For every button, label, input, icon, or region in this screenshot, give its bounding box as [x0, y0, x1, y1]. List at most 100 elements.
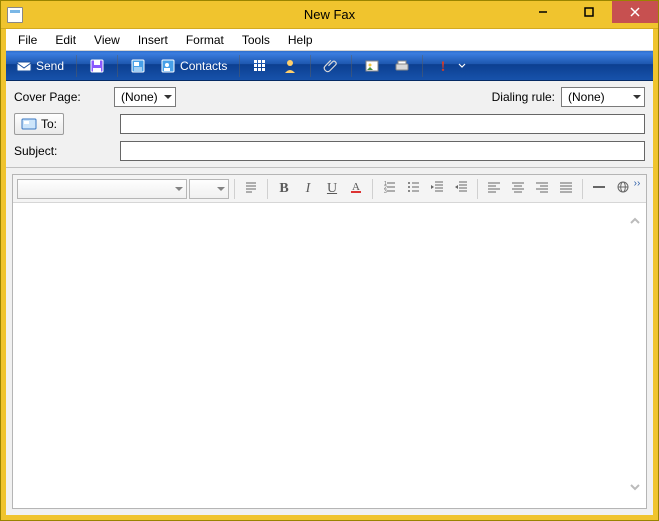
outdent-button[interactable]: [426, 178, 448, 200]
toolbar-separator: [117, 55, 118, 77]
indent-icon: [454, 180, 468, 197]
dialing-rule-select[interactable]: (None): [561, 87, 645, 107]
fmt-separator: [372, 179, 373, 199]
menu-tools[interactable]: Tools: [234, 31, 278, 49]
align-left-button[interactable]: [483, 178, 505, 200]
message-header: Cover Page: (None) Dialing rule: (None) …: [6, 81, 653, 168]
sender-info-button[interactable]: [276, 54, 304, 78]
paragraph-style-button[interactable]: [240, 178, 262, 200]
toolbar-separator: [76, 55, 77, 77]
maximize-button[interactable]: [566, 1, 612, 23]
align-justify-icon: [559, 180, 573, 197]
align-center-button[interactable]: [507, 178, 529, 200]
align-left-icon: [487, 180, 501, 197]
menu-insert[interactable]: Insert: [130, 31, 176, 49]
save-icon: [89, 58, 105, 74]
save-button[interactable]: [83, 54, 111, 78]
contacts-icon: [160, 58, 176, 74]
grid-icon: [252, 58, 268, 74]
send-icon: [16, 58, 32, 74]
dialing-rule-label: Dialing rule:: [492, 90, 555, 104]
insert-picture-button[interactable]: [358, 54, 386, 78]
menu-view[interactable]: View: [86, 31, 128, 49]
align-right-button[interactable]: [531, 178, 553, 200]
subject-input[interactable]: [120, 141, 645, 161]
to-label: To:: [41, 117, 57, 131]
window-frame: New Fax File Edit View Insert Format Too…: [0, 0, 659, 521]
send-label: Send: [36, 59, 64, 73]
message-body[interactable]: [13, 203, 646, 508]
underline-icon: U: [327, 181, 337, 197]
paperclip-icon: [323, 58, 339, 74]
insert-hr-button[interactable]: [588, 178, 610, 200]
menu-edit[interactable]: Edit: [47, 31, 84, 49]
toolbar-separator: [422, 55, 423, 77]
cover-page-value: (None): [121, 90, 158, 104]
scroll-down-hint: [625, 477, 645, 500]
bold-button[interactable]: B: [273, 178, 295, 200]
send-button[interactable]: Send: [10, 54, 70, 78]
toolbar-separator: [351, 55, 352, 77]
numbered-list-icon: 123: [382, 180, 396, 197]
align-right-icon: [535, 180, 549, 197]
bullet-list-button[interactable]: [402, 178, 424, 200]
app-icon: [7, 7, 23, 23]
to-input[interactable]: [120, 114, 645, 134]
italic-button[interactable]: I: [297, 178, 319, 200]
title-bar[interactable]: New Fax: [1, 1, 658, 29]
minimize-button[interactable]: [520, 1, 566, 23]
fmt-separator: [477, 179, 478, 199]
client-area: File Edit View Insert Format Tools Help …: [1, 29, 658, 520]
window-buttons: [520, 1, 658, 23]
menu-file[interactable]: File: [10, 31, 45, 49]
numbered-list-button[interactable]: 123: [378, 178, 400, 200]
scroll-up-hint: [625, 211, 645, 234]
font-name-select[interactable]: [17, 179, 187, 199]
address-book-button[interactable]: [124, 54, 152, 78]
outdent-icon: [430, 180, 444, 197]
fmt-separator: [234, 179, 235, 199]
bullet-list-icon: [406, 180, 420, 197]
person-icon: [282, 58, 298, 74]
menu-help[interactable]: Help: [280, 31, 321, 49]
address-book-icon: [130, 58, 146, 74]
format-toolbar: B I U A 123: [13, 175, 646, 203]
fmt-separator: [582, 179, 583, 199]
to-icon: [21, 116, 37, 132]
close-button[interactable]: [612, 1, 658, 23]
indent-button[interactable]: [450, 178, 472, 200]
to-button[interactable]: To:: [14, 113, 64, 135]
scanner-icon: [394, 58, 410, 74]
menu-format[interactable]: Format: [178, 31, 232, 49]
priority-button[interactable]: !: [429, 54, 457, 78]
svg-text:3: 3: [384, 189, 387, 195]
underline-button[interactable]: U: [321, 178, 343, 200]
font-size-select[interactable]: [189, 179, 229, 199]
cover-page-select[interactable]: (None): [114, 87, 176, 107]
main-toolbar: Send Contacts: [6, 51, 653, 81]
contacts-button[interactable]: Contacts: [154, 54, 233, 78]
check-names-button[interactable]: [246, 54, 274, 78]
subject-label: Subject:: [14, 144, 57, 158]
svg-text:!: !: [441, 59, 446, 75]
align-justify-button[interactable]: [555, 178, 577, 200]
font-color-icon: A: [349, 180, 363, 197]
attach-button[interactable]: [317, 54, 345, 78]
paragraph-icon: [244, 180, 258, 197]
chevron-right-icon: ››: [634, 178, 641, 189]
link-icon: [616, 180, 630, 197]
editor-panel: B I U A 123: [12, 174, 647, 509]
menu-bar: File Edit View Insert Format Tools Help: [6, 29, 653, 51]
toolbar-overflow-button[interactable]: ››: [630, 178, 644, 200]
font-color-button[interactable]: A: [345, 178, 367, 200]
cover-page-label: Cover Page:: [14, 90, 81, 104]
toolbar-separator: [310, 55, 311, 77]
scan-button[interactable]: [388, 54, 416, 78]
contacts-label: Contacts: [180, 59, 227, 73]
toolbar-separator: [239, 55, 240, 77]
priority-dropdown[interactable]: [457, 54, 467, 78]
dialing-rule-value: (None): [568, 90, 605, 104]
picture-icon: [364, 58, 380, 74]
fmt-separator: [267, 179, 268, 199]
editor-wrap: B I U A 123: [6, 168, 653, 515]
